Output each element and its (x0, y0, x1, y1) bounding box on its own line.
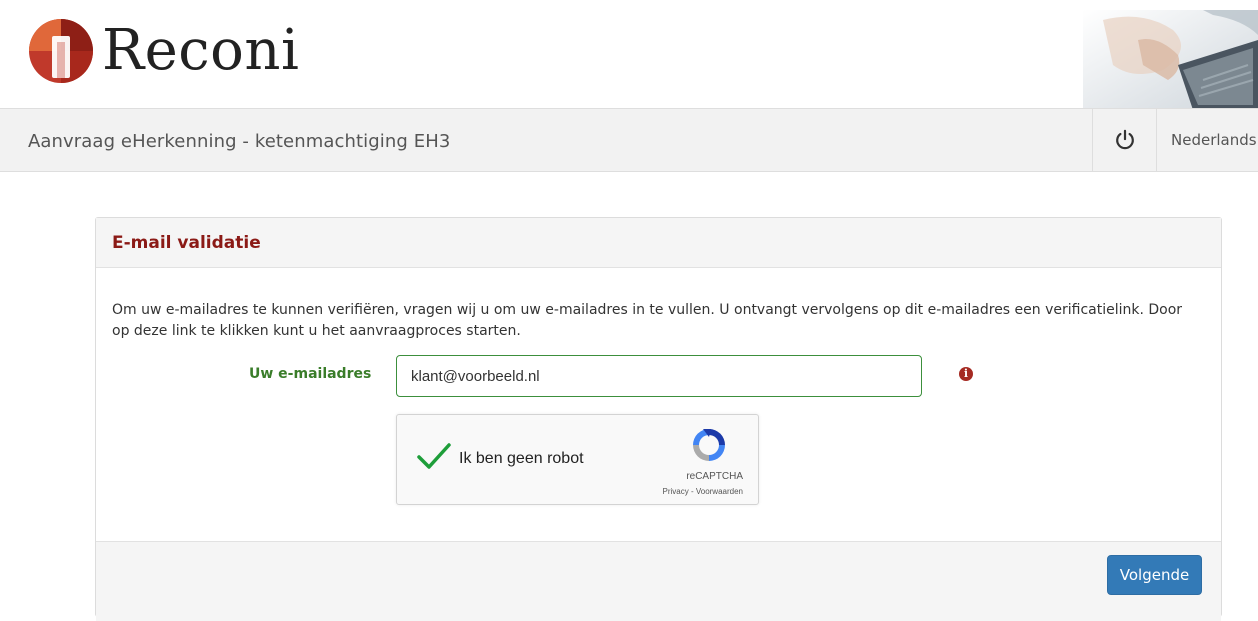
email-validation-panel: E-mail validatie Om uw e-mailadres te ku… (95, 217, 1222, 621)
site-header: Reconi (0, 0, 1258, 110)
checkmark-icon[interactable] (416, 441, 452, 471)
brand-name: Reconi (102, 18, 300, 83)
email-input[interactable] (396, 355, 922, 397)
reconi-logo[interactable]: Reconi (28, 18, 299, 84)
recaptcha-brand: reCAPTCHA (686, 471, 743, 482)
logout-button[interactable] (1092, 109, 1156, 171)
page-title: Aanvraag eHerkenning - ketenmachtiging E… (28, 131, 451, 152)
page-titlebar: Aanvraag eHerkenning - ketenmachtiging E… (0, 108, 1258, 172)
laptop-hands-photo (1083, 10, 1258, 110)
recaptcha-logo-icon (693, 429, 725, 461)
recaptcha-widget: Ik ben geen robot reCAPTCHA Privacy - Vo… (396, 414, 759, 505)
language-selector[interactable]: Nederlands (1156, 109, 1258, 171)
panel-header: E-mail validatie (96, 218, 1221, 268)
recaptcha-label: Ik ben geen robot (459, 450, 584, 467)
intro-text: Om uw e-mailadres te kunnen verifiëren, … (112, 302, 1183, 339)
panel-footer (96, 541, 1221, 621)
power-icon (1115, 129, 1134, 150)
reconi-logo-icon (29, 19, 93, 83)
email-label: Uw e-mailadres (249, 366, 372, 382)
panel-title: E-mail validatie (112, 233, 261, 253)
recaptcha-privacy-terms-links[interactable]: Privacy - Voorwaarden (627, 487, 743, 496)
next-button[interactable]: Volgende (1107, 555, 1202, 595)
info-icon[interactable]: i (959, 367, 973, 381)
